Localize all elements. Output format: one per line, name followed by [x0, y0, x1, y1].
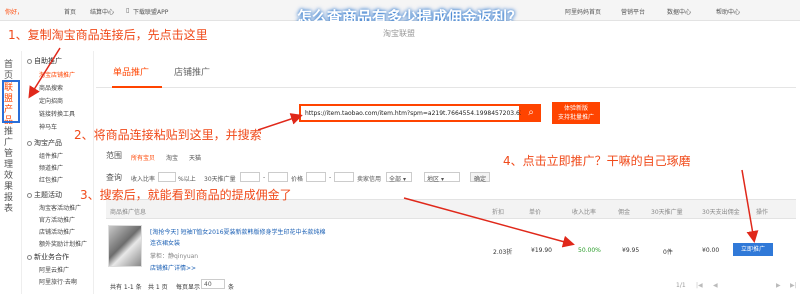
arrow-to-promote — [741, 169, 759, 243]
arrow-to-ratio — [403, 197, 575, 248]
arrow-to-search — [257, 113, 303, 131]
annotation-arrows — [28, 47, 759, 248]
arrow-to-nav — [28, 47, 61, 99]
